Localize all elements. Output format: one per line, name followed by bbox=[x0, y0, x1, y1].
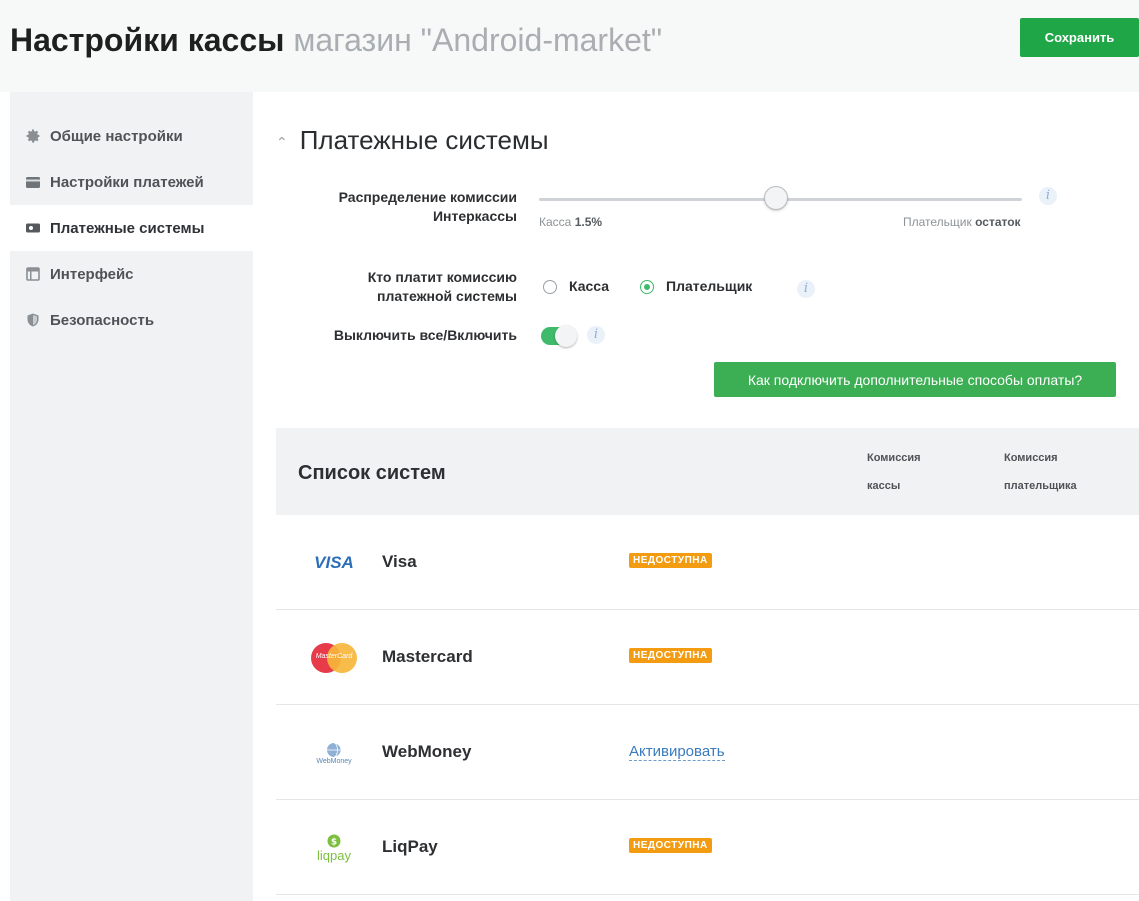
page-title-shop: магазин "Android-market" bbox=[293, 22, 663, 58]
payer-label: Кто платит комиссию платежной системы bbox=[277, 268, 517, 306]
slider-right-value: остаток bbox=[975, 215, 1021, 229]
payment-card-icon bbox=[25, 174, 41, 190]
page-title-main: Настройки кассы bbox=[10, 22, 285, 58]
system-row-liqpay[interactable]: $ liqpay LiqPay НЕДОСТУПНА bbox=[276, 800, 1139, 895]
webmoney-logo: WebMoney bbox=[304, 735, 364, 771]
status-badge: НЕДОСТУПНА bbox=[629, 838, 712, 853]
section-title[interactable]: ⌃ Платежные системы bbox=[276, 125, 549, 156]
toggle-info-icon[interactable]: i bbox=[587, 326, 605, 344]
col-header-line: Комиссия bbox=[1004, 452, 1058, 464]
liqpay-logo: $ liqpay bbox=[304, 830, 364, 866]
window-icon bbox=[25, 266, 41, 282]
payer-label-line2: платежной системы bbox=[377, 288, 517, 304]
sidebar: Общие настройки Настройки платежей Плате… bbox=[10, 92, 253, 901]
activate-link[interactable]: Активировать bbox=[629, 743, 725, 761]
col-header-payer-commission: Комиссия плательщика bbox=[1004, 444, 1077, 500]
commission-label: Распределение комиссии Интеркассы bbox=[277, 188, 517, 226]
sidebar-item-label: Платежные системы bbox=[50, 219, 205, 237]
status-badge: НЕДОСТУПНА bbox=[629, 648, 712, 663]
system-name: WebMoney bbox=[382, 742, 472, 761]
slider-left-label: Касса bbox=[539, 215, 572, 229]
payer-info-icon[interactable]: i bbox=[797, 280, 815, 298]
sidebar-item-general[interactable]: Общие настройки bbox=[10, 113, 253, 159]
page-title: Настройки кассы магазин "Android-market" bbox=[10, 22, 662, 59]
payer-label-line1: Кто платит комиссию bbox=[367, 269, 517, 285]
gear-icon bbox=[25, 128, 41, 144]
sidebar-item-label: Безопасность bbox=[50, 311, 155, 329]
webmoney-logo-text: WebMoney bbox=[316, 757, 352, 765]
top-bar: Настройки кассы магазин "Android-market"… bbox=[0, 0, 1139, 92]
col-header-line: кассы bbox=[867, 480, 901, 492]
payer-option-cashbox[interactable]: Касса bbox=[569, 278, 609, 294]
mastercard-logo: MasterCard bbox=[304, 640, 364, 676]
payer-radio-cashbox[interactable] bbox=[543, 280, 557, 294]
slider-left-caption: Касса 1.5% bbox=[539, 215, 602, 229]
col-header-line: плательщика bbox=[1004, 480, 1077, 492]
visa-logo-text: VISA bbox=[314, 553, 354, 572]
liqpay-logo-text: liqpay bbox=[317, 847, 351, 863]
payer-radio-payer[interactable] bbox=[640, 280, 654, 294]
system-row-mastercard[interactable]: MasterCard Mastercard НЕДОСТУПНА bbox=[276, 610, 1139, 705]
commission-slider-handle[interactable] bbox=[763, 186, 788, 210]
systems-list-title: Список систем bbox=[298, 462, 446, 484]
system-name: Visa bbox=[382, 552, 417, 571]
sidebar-item-payments-settings[interactable]: Настройки платежей bbox=[10, 159, 253, 205]
sidebar-item-interface[interactable]: Интерфейс bbox=[10, 251, 253, 297]
commission-label-line1: Распределение комиссии bbox=[338, 189, 517, 205]
slider-right-label: Плательщик bbox=[903, 215, 972, 229]
systems-list-header: Список систем Комиссия кассы Комиссия пл… bbox=[276, 428, 1139, 515]
main-content: ⌃ Платежные системы Распределение комисс… bbox=[253, 92, 1139, 901]
mastercard-logo-text: MasterCard bbox=[315, 653, 353, 660]
col-header-line: Комиссия bbox=[867, 452, 921, 464]
sidebar-item-security[interactable]: Безопасность bbox=[10, 297, 253, 343]
sidebar-item-label: Общие настройки bbox=[50, 127, 183, 145]
visa-logo: VISA bbox=[304, 545, 364, 581]
sidebar-item-label: Интерфейс bbox=[50, 265, 134, 283]
toggle-knob[interactable] bbox=[555, 325, 577, 347]
system-row-visa[interactable]: VISA Visa НЕДОСТУПНА bbox=[276, 515, 1139, 610]
commission-info-icon[interactable]: i bbox=[1039, 187, 1057, 205]
toggle-label: Выключить все/Включить bbox=[333, 327, 517, 343]
save-button[interactable]: Сохранить bbox=[1020, 18, 1139, 57]
commission-label-line2: Интеркассы bbox=[432, 208, 517, 224]
section-title-text: Платежные системы bbox=[299, 125, 549, 155]
system-name: Mastercard bbox=[382, 647, 473, 666]
col-header-cashbox-commission: Комиссия кассы bbox=[867, 444, 921, 500]
status-badge: НЕДОСТУПНА bbox=[629, 553, 712, 568]
chevron-up-icon[interactable]: ⌃ bbox=[276, 134, 288, 151]
system-row-webmoney[interactable]: WebMoney WebMoney Активировать bbox=[276, 705, 1139, 800]
slider-left-value: 1.5% bbox=[574, 215, 603, 229]
system-name: LiqPay bbox=[382, 837, 438, 856]
sidebar-item-label: Настройки платежей bbox=[50, 173, 204, 191]
sidebar-item-payment-systems[interactable]: Платежные системы bbox=[10, 205, 253, 251]
cash-icon bbox=[25, 220, 41, 236]
enable-all-toggle[interactable] bbox=[541, 325, 577, 347]
slider-right-caption: Плательщик остаток bbox=[903, 215, 1021, 229]
svg-text:$: $ bbox=[331, 837, 337, 847]
howto-connect-button[interactable]: Как подключить дополнительные способы оп… bbox=[714, 362, 1116, 397]
globe-icon bbox=[327, 742, 342, 757]
payer-option-payer[interactable]: Плательщик bbox=[666, 278, 752, 294]
coin-icon: $ bbox=[327, 834, 341, 847]
shield-icon bbox=[25, 312, 41, 328]
